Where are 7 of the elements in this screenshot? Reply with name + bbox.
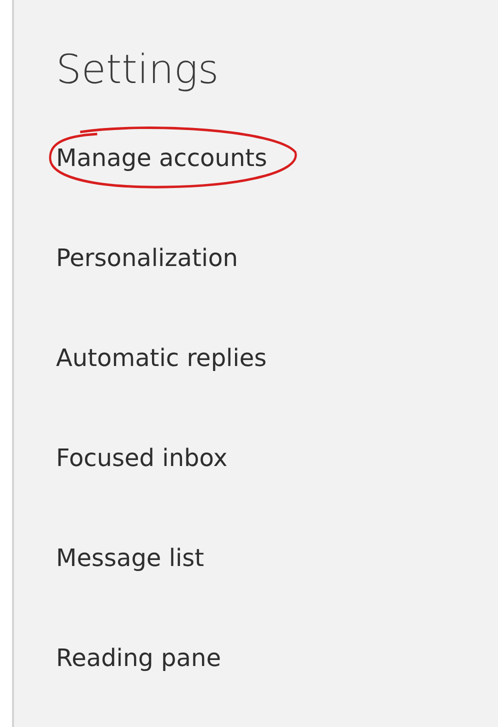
settings-menu-item[interactable]: Automatic replies — [56, 340, 267, 376]
settings-menu-item[interactable]: Manage accounts — [56, 140, 268, 176]
settings-menu-item[interactable]: Reading pane — [56, 640, 221, 676]
settings-menu-item[interactable]: Message list — [56, 540, 204, 576]
settings-menu-item[interactable]: Personalization — [56, 240, 238, 276]
settings-menu-item[interactable]: Focused inbox — [56, 440, 228, 476]
settings-title: Settings — [56, 46, 219, 95]
